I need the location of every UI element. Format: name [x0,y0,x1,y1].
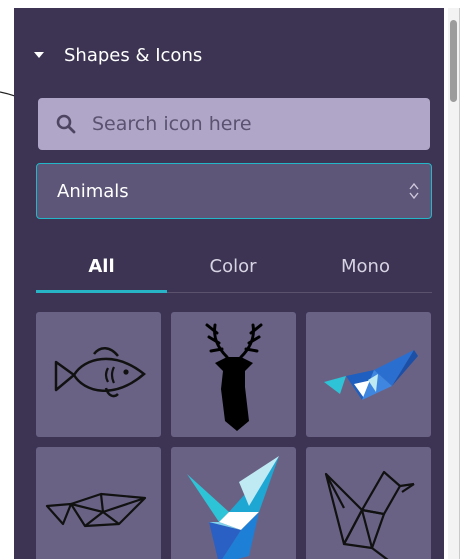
tab-color[interactable]: Color [167,238,299,294]
search-box[interactable] [38,98,430,150]
caret-down-icon [34,52,44,58]
shapes-icons-panel: Shapes & Icons Animals All Color Mono [14,8,444,559]
right-divider [459,8,460,559]
origami-whale-icon [323,349,418,400]
fish-icon [54,346,146,397]
search-icon [56,114,76,134]
tab-mono[interactable]: Mono [299,238,432,294]
icon-tile-origami-bird[interactable] [171,447,296,559]
active-tab-indicator [36,290,167,293]
deer-head-icon [205,323,262,431]
section-header[interactable]: Shapes & Icons [34,40,202,70]
icon-tile-origami-bird-outline[interactable] [306,447,431,559]
category-select[interactable]: Animals [36,163,432,219]
icon-tile-origami-whale-outline[interactable] [36,447,161,559]
chevron-up-down-icon [409,182,419,200]
origami-bird-icon [186,456,279,559]
icon-tile-fish[interactable] [36,312,161,437]
origami-bird-outline-icon [324,470,415,559]
scrollbar-thumb[interactable] [450,20,457,102]
tab-all[interactable]: All [36,238,167,294]
icon-tile-origami-whale[interactable] [306,312,431,437]
icon-tile-deer[interactable] [171,312,296,437]
icon-filter-tabs: All Color Mono [36,238,432,294]
search-input[interactable] [90,112,430,136]
category-select-value: Animals [57,180,129,202]
section-title: Shapes & Icons [64,44,203,66]
origami-whale-outline-icon [45,492,147,527]
